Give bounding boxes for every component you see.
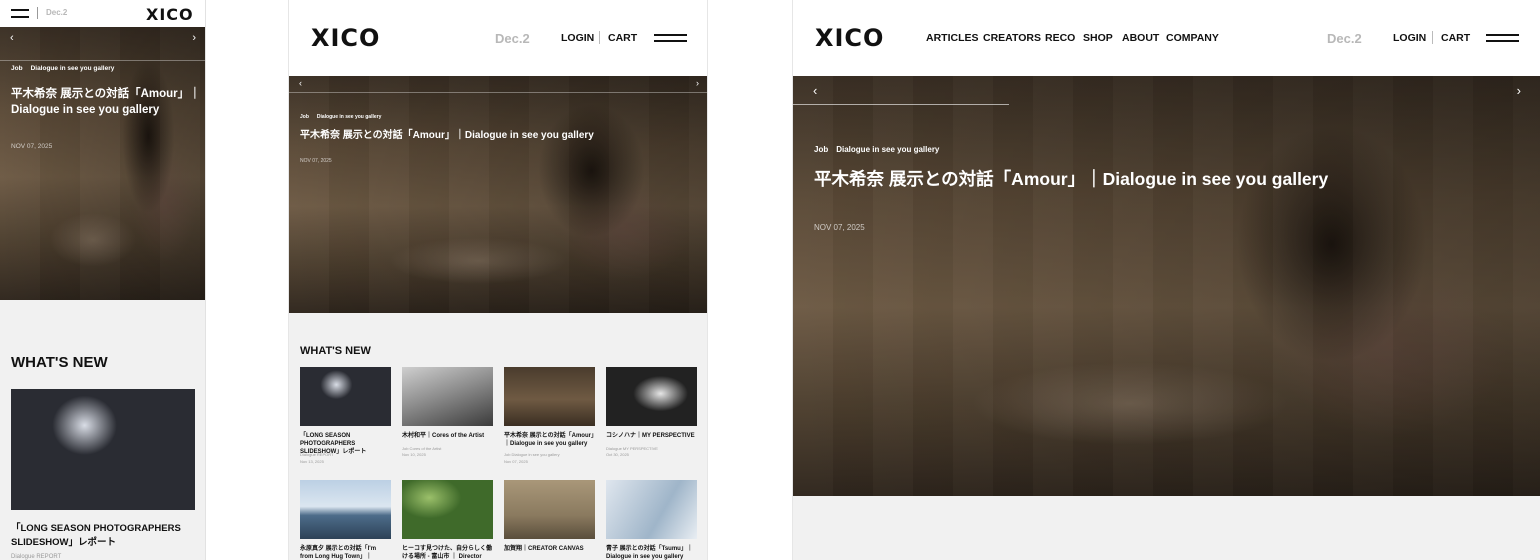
article-thumbnail[interactable] (606, 367, 697, 426)
article-meta: Dialogue REPORT (300, 452, 334, 457)
article-meta: Job Cores of the Artist (402, 446, 442, 451)
tablet-preview: XICO Dec.2 LOGIN CART ‹ › Job Dialogue in… (288, 0, 708, 560)
article-thumbnail[interactable] (504, 367, 595, 426)
header-date: Dec.2 (46, 8, 68, 17)
article-thumbnail[interactable] (300, 480, 391, 539)
logo[interactable]: XICO (146, 5, 194, 24)
article-meta: Job Dialogue in see you gallery (504, 452, 560, 457)
cart-link[interactable]: CART (1441, 32, 1470, 44)
article-thumbnail[interactable] (402, 367, 493, 426)
chevron-right-icon[interactable]: › (192, 33, 196, 44)
article-title-line2[interactable]: SLIDESHOW」レポート (11, 536, 201, 550)
article-meta: Dialogue MY PERSPECTIVE (606, 446, 658, 451)
chevron-right-icon[interactable]: › (1517, 84, 1521, 97)
article-title[interactable]: 加賀翔｜CREATOR CANVAS (504, 545, 595, 553)
logo[interactable]: XICO (815, 24, 884, 52)
header-divider (1432, 31, 1433, 44)
header-date: Dec.2 (495, 31, 530, 46)
hero-title[interactable]: 平木希奈 展示との対話「Amour」｜ Dialogue in see you … (11, 86, 201, 118)
menu-icon[interactable] (654, 34, 687, 42)
hero-title[interactable]: 平木希奈 展示との対話「Amour」｜Dialogue in see you g… (814, 166, 1514, 191)
hero-date: NOV 07, 2025 (11, 143, 53, 150)
tablet-header: XICO Dec.2 LOGIN CART (289, 0, 707, 76)
article-thumbnail[interactable] (300, 367, 391, 426)
login-link[interactable]: LOGIN (1393, 32, 1426, 44)
header-divider (37, 7, 38, 19)
hero-carousel[interactable]: ‹ › Job Dialogue in see you gallery 平木希奈 … (0, 27, 205, 300)
article-title[interactable]: コシノハナ｜MY PERSPECTIVE (606, 432, 697, 440)
carousel-progress (0, 60, 205, 61)
article-title[interactable]: 平木希奈 展示との対話「Amour」｜Dialogue in see you g… (504, 432, 595, 448)
hero-title[interactable]: 平木希奈 展示との対話「Amour」｜Dialogue in see you g… (300, 126, 700, 141)
hero-category-label[interactable]: Job (814, 145, 828, 154)
article-thumbnail[interactable] (11, 389, 195, 510)
hero-carousel[interactable]: ‹ › Job Dialogue in see you gallery 平木希奈 … (793, 76, 1540, 496)
hero-category[interactable]: Job Dialogue in see you gallery (814, 145, 947, 154)
hero-subcategory-label[interactable]: Dialogue in see you gallery (836, 145, 939, 154)
article-date: Nov 07, 2025 (504, 459, 528, 464)
mobile-header: Dec.2 XICO (0, 0, 205, 27)
menu-icon[interactable] (11, 9, 29, 18)
article-title[interactable]: 青子 展示との対話「Tsumu」｜Dialogue in see you gal… (606, 545, 697, 560)
hero-category-label[interactable]: Job (11, 65, 23, 72)
hero-carousel[interactable]: ‹ › Job Dialogue in see you gallery 平木希奈 … (289, 76, 707, 313)
chevron-left-icon[interactable]: ‹ (813, 84, 817, 97)
article-meta: Dialogue REPORT (11, 554, 62, 560)
carousel-progress (793, 104, 1009, 105)
login-link[interactable]: LOGIN (561, 32, 594, 44)
nav-shop[interactable]: SHOP (1083, 32, 1113, 44)
article-title[interactable]: 永原真夕 展示との対話「I'm from Long Hug Town」｜Dial… (300, 545, 391, 560)
hero-date: NOV 07, 2025 (814, 223, 865, 232)
chevron-left-icon[interactable]: ‹ (299, 79, 302, 88)
header-date: Dec.2 (1327, 31, 1362, 46)
hero-subcategory-label[interactable]: Dialogue in see you gallery (317, 114, 381, 120)
chevron-left-icon[interactable]: ‹ (10, 33, 14, 44)
nav-reco[interactable]: RECO (1045, 32, 1075, 44)
hero-category[interactable]: Job Dialogue in see you gallery (300, 114, 389, 120)
nav-creators[interactable]: CREATORS (983, 32, 1041, 44)
whats-new-heading: WHAT'S NEW (300, 345, 371, 357)
hero-category-label[interactable]: Job (300, 114, 309, 120)
nav-about[interactable]: ABOUT (1122, 32, 1159, 44)
article-title[interactable]: 木村和平｜Cores of the Artist (402, 432, 493, 440)
article-date: Nov 10, 2025 (402, 452, 426, 457)
logo[interactable]: XICO (311, 24, 380, 52)
cart-link[interactable]: CART (608, 32, 637, 44)
hero-category[interactable]: Job Dialogue in see you gallery (11, 65, 122, 72)
desktop-header: XICO ARTICLES CREATORS RECO SHOP ABOUT C… (793, 0, 1540, 76)
chevron-right-icon[interactable]: › (696, 79, 699, 88)
article-date: Oct 30, 2025 (606, 452, 629, 457)
hero-title-line2[interactable]: Dialogue in see you gallery (11, 102, 201, 118)
carousel-progress (289, 92, 707, 93)
article-title[interactable]: ヒーコす見つけた、自分らしく働ける場所 - 富山市 ｜ Director Int… (402, 545, 493, 560)
article-thumbnail[interactable] (504, 480, 595, 539)
hero-title-line1[interactable]: 平木希奈 展示との対話「Amour」｜ (11, 86, 201, 102)
article-title[interactable]: 「LONG SEASON PHOTOGRAPHERS SLIDESHOW」レポー… (11, 522, 201, 550)
hero-date: NOV 07, 2025 (300, 158, 332, 164)
article-thumbnail[interactable] (402, 480, 493, 539)
whats-new-heading: WHAT'S NEW (11, 354, 108, 371)
article-title-line1[interactable]: 「LONG SEASON PHOTOGRAPHERS (11, 522, 201, 536)
nav-articles[interactable]: ARTICLES (926, 32, 979, 44)
article-date: Nov 13, 2025 (300, 459, 324, 464)
article-thumbnail[interactable] (606, 480, 697, 539)
menu-icon[interactable] (1486, 34, 1519, 42)
desktop-preview: XICO ARTICLES CREATORS RECO SHOP ABOUT C… (792, 0, 1540, 560)
mobile-preview: Dec.2 XICO ‹ › Job Dialogue in see you ga… (0, 0, 206, 560)
hero-subcategory-label[interactable]: Dialogue in see you gallery (31, 65, 115, 72)
header-divider (599, 31, 600, 44)
nav-company[interactable]: COMPANY (1166, 32, 1219, 44)
